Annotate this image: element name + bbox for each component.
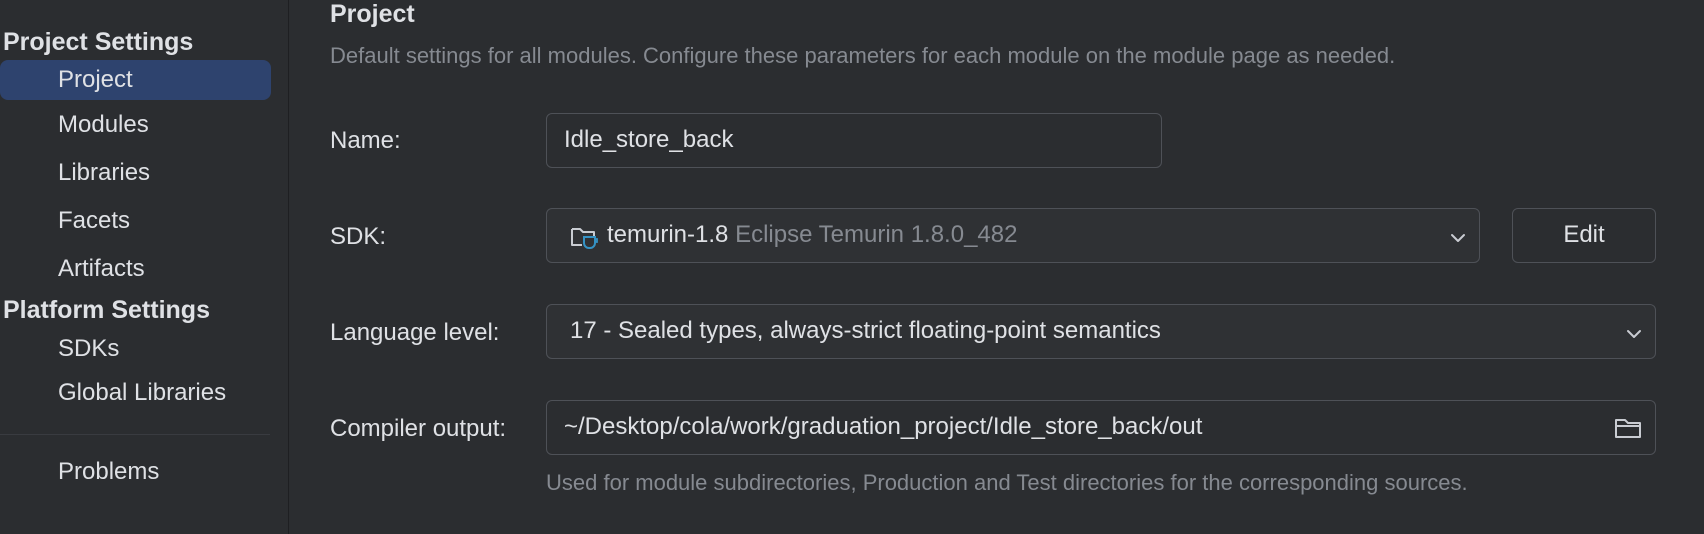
sidebar-item-label: Problems	[58, 458, 160, 485]
compiler-output-label: Compiler output:	[330, 415, 507, 442]
sidebar-item-global-libraries[interactable]: Global Libraries	[0, 373, 271, 413]
sidebar-item-label: Global Libraries	[58, 379, 227, 406]
sidebar-item-label: Modules	[58, 111, 149, 138]
jdk-folder-icon	[569, 222, 599, 252]
sidebar-item-project[interactable]: Project	[0, 60, 271, 100]
compiler-output-value: ~/Desktop/cola/work/graduation_project/I…	[564, 413, 1203, 440]
language-level-dropdown[interactable]: 17 - Sealed types, always-strict floatin…	[546, 304, 1656, 359]
sidebar-item-modules[interactable]: Modules	[0, 105, 271, 145]
compiler-output-hint: Used for module subdirectories, Producti…	[546, 470, 1468, 495]
project-settings-panel: Project Default settings for all modules…	[289, 0, 1704, 534]
project-settings-heading: Project Settings	[3, 28, 194, 56]
name-label: Name:	[330, 127, 401, 154]
sidebar-item-label: Artifacts	[58, 255, 145, 282]
project-structure-dialog: Project Settings Project Modules Librari…	[0, 0, 1704, 534]
page-title: Project	[330, 0, 415, 28]
sidebar-item-label: SDKs	[58, 335, 120, 362]
language-level-label: Language level:	[330, 319, 500, 346]
sdk-name: temurin-1.8	[607, 221, 729, 248]
sidebar-item-label: Libraries	[58, 159, 151, 186]
folder-icon[interactable]	[1613, 414, 1643, 442]
sidebar-item-libraries[interactable]: Libraries	[0, 153, 271, 193]
sdk-detail: Eclipse Temurin 1.8.0_482	[735, 221, 1018, 248]
page-description: Default settings for all modules. Config…	[330, 43, 1396, 68]
project-name-input[interactable]: Idle_store_back	[546, 113, 1162, 168]
sdk-label: SDK:	[330, 223, 387, 250]
sidebar-item-label: Project	[58, 66, 133, 93]
sdk-edit-button[interactable]: Edit	[1512, 208, 1656, 263]
sidebar-item-problems[interactable]: Problems	[0, 452, 271, 492]
sidebar-item-label: Facets	[58, 207, 131, 234]
sidebar: Project Settings Project Modules Librari…	[0, 0, 289, 534]
sidebar-divider	[0, 434, 270, 435]
sidebar-item-artifacts[interactable]: Artifacts	[0, 249, 271, 289]
sdk-dropdown[interactable]: temurin-1.8 Eclipse Temurin 1.8.0_482	[546, 208, 1480, 263]
compiler-output-input[interactable]: ~/Desktop/cola/work/graduation_project/I…	[546, 400, 1656, 455]
sidebar-item-facets[interactable]: Facets	[0, 201, 271, 241]
chevron-down-icon	[1625, 322, 1643, 340]
platform-settings-heading: Platform Settings	[3, 296, 210, 324]
chevron-down-icon	[1449, 226, 1467, 244]
language-level-value: 17 - Sealed types, always-strict floatin…	[570, 317, 1161, 344]
project-name-value: Idle_store_back	[564, 126, 734, 153]
sidebar-item-sdks[interactable]: SDKs	[0, 329, 271, 369]
